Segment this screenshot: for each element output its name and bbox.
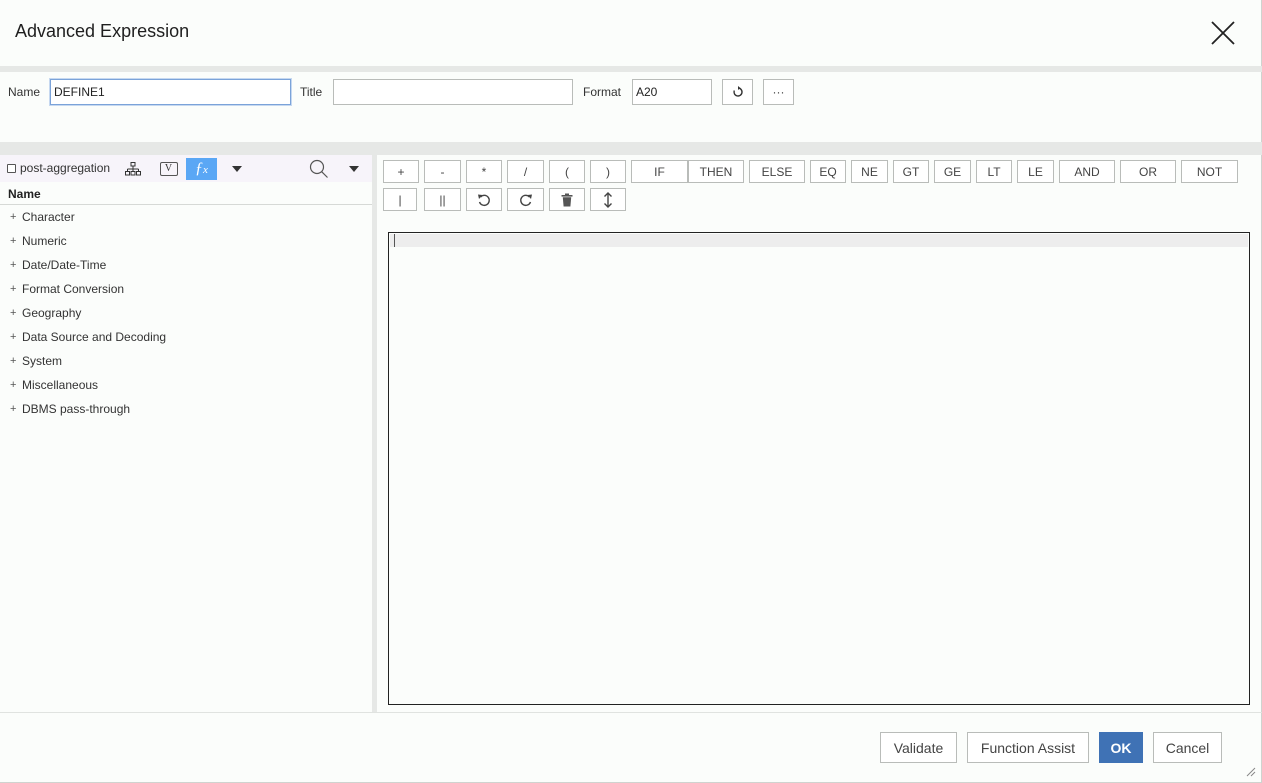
- clear-button[interactable]: [549, 188, 585, 211]
- format-field[interactable]: A20: [632, 79, 712, 105]
- refresh-icon: [732, 86, 743, 97]
- variable-label: V: [159, 162, 178, 176]
- expand-icon[interactable]: +: [10, 259, 22, 271]
- active-line-highlight: [390, 234, 1248, 247]
- tree-item[interactable]: + System: [0, 349, 372, 373]
- tree-item[interactable]: + Format Conversion: [0, 277, 372, 301]
- op-le-button[interactable]: LE: [1017, 160, 1054, 183]
- title-label: Title: [300, 85, 323, 99]
- expand-icon[interactable]: +: [10, 283, 22, 295]
- trash-icon: [561, 193, 573, 206]
- tree-item-label: Format Conversion: [22, 282, 125, 296]
- function-icon[interactable]: ƒx: [186, 158, 217, 180]
- name-label: Name: [8, 85, 41, 99]
- op-plus-button[interactable]: +: [383, 160, 419, 183]
- tree-item[interactable]: + Character: [0, 205, 372, 229]
- post-aggregation-label: post-aggregation: [20, 161, 111, 175]
- tree-item-label: Numeric: [22, 234, 67, 248]
- close-icon[interactable]: [1210, 20, 1236, 46]
- expand-icon[interactable]: +: [10, 307, 22, 319]
- dialog-footer: Validate Function Assist OK Cancel: [0, 712, 1262, 783]
- dialog-title: Advanced Expression: [15, 21, 190, 41]
- tree-item-label: DBMS pass-through: [22, 402, 131, 416]
- tree-item-label: Geography: [22, 306, 82, 320]
- function-assist-button[interactable]: Function Assist: [967, 732, 1089, 763]
- tree-item-label: Character: [22, 210, 75, 224]
- text-caret: [394, 234, 395, 247]
- caret-down-icon[interactable]: [338, 158, 369, 180]
- op-concat-button[interactable]: ||: [424, 188, 461, 211]
- column-header-name: Name: [0, 183, 372, 205]
- op-or-button[interactable]: OR: [1120, 160, 1176, 183]
- cancel-button[interactable]: Cancel: [1153, 732, 1222, 763]
- tree-item-label: Data Source and Decoding: [22, 330, 167, 344]
- expression-panel: + - * / ( ) IF THEN ELSE EQ NE GT GE LT …: [377, 155, 1262, 712]
- tree-item-label: Miscellaneous: [22, 378, 99, 392]
- function-panel-toolbar: post-aggregation V ƒx: [0, 155, 372, 182]
- function-tree: + Character + Numeric + Date/Date-Time + For…: [0, 205, 372, 421]
- op-ge-button[interactable]: GE: [934, 160, 971, 183]
- resize-grip-icon[interactable]: [1246, 767, 1256, 777]
- resize-button[interactable]: [590, 188, 626, 211]
- tree-item[interactable]: + DBMS pass-through: [0, 397, 372, 421]
- expand-icon[interactable]: +: [10, 331, 22, 343]
- tree-item[interactable]: + Numeric: [0, 229, 372, 253]
- expand-icon[interactable]: +: [10, 235, 22, 247]
- name-field[interactable]: DEFINE1: [50, 79, 291, 105]
- op-else-button[interactable]: ELSE: [749, 160, 805, 183]
- expand-icon[interactable]: +: [10, 211, 22, 223]
- op-open-paren-button[interactable]: (: [549, 160, 585, 183]
- tree-item-label: System: [22, 354, 63, 368]
- op-eq-button[interactable]: EQ: [810, 160, 846, 183]
- expand-icon[interactable]: +: [10, 403, 22, 415]
- hierarchy-icon[interactable]: [117, 158, 148, 180]
- tree-item[interactable]: + Miscellaneous: [0, 373, 372, 397]
- variable-icon[interactable]: V: [153, 158, 184, 180]
- op-if-button[interactable]: IF: [631, 160, 688, 183]
- post-aggregation-checkbox[interactable]: [7, 164, 16, 173]
- resize-vertical-icon: [604, 191, 612, 208]
- tree-item[interactable]: + Data Source and Decoding: [0, 325, 372, 349]
- expand-icon[interactable]: +: [10, 379, 22, 391]
- properties-row: Name DEFINE1 Title Format A20 ···: [0, 72, 1262, 142]
- op-and-button[interactable]: AND: [1059, 160, 1115, 183]
- op-divide-button[interactable]: /: [507, 160, 544, 183]
- reset-format-button[interactable]: [722, 79, 753, 105]
- redo-icon: [519, 194, 532, 206]
- op-ne-button[interactable]: NE: [851, 160, 888, 183]
- properties-separator: [0, 142, 1262, 155]
- caret-down-icon[interactable]: [221, 158, 252, 180]
- op-gt-button[interactable]: GT: [893, 160, 929, 183]
- expression-editor[interactable]: [388, 232, 1250, 705]
- tree-item[interactable]: + Date/Date-Time: [0, 253, 372, 277]
- op-not-button[interactable]: NOT: [1181, 160, 1238, 183]
- function-panel: post-aggregation V ƒx Name + Character +…: [0, 155, 372, 712]
- expand-icon[interactable]: +: [10, 355, 22, 367]
- redo-button[interactable]: [507, 188, 544, 211]
- ok-button[interactable]: OK: [1099, 732, 1143, 763]
- tree-item-label: Date/Date-Time: [22, 258, 107, 272]
- format-label: Format: [583, 85, 622, 99]
- format-more-button[interactable]: ···: [763, 79, 794, 105]
- tree-item[interactable]: + Geography: [0, 301, 372, 325]
- dialog-header: Advanced Expression: [0, 0, 1262, 66]
- op-or-pipe-button[interactable]: |: [383, 188, 417, 211]
- op-multiply-button[interactable]: *: [466, 160, 502, 183]
- op-close-paren-button[interactable]: ): [590, 160, 626, 183]
- advanced-expression-dialog: Advanced Expression Name DEFINE1 Title F…: [0, 0, 1262, 783]
- op-then-button[interactable]: THEN: [688, 160, 744, 183]
- op-minus-button[interactable]: -: [424, 160, 461, 183]
- validate-button[interactable]: Validate: [880, 732, 957, 763]
- undo-icon: [478, 194, 490, 206]
- undo-button[interactable]: [466, 188, 502, 211]
- op-lt-button[interactable]: LT: [976, 160, 1012, 183]
- search-icon[interactable]: [303, 158, 334, 180]
- title-field[interactable]: [333, 79, 573, 105]
